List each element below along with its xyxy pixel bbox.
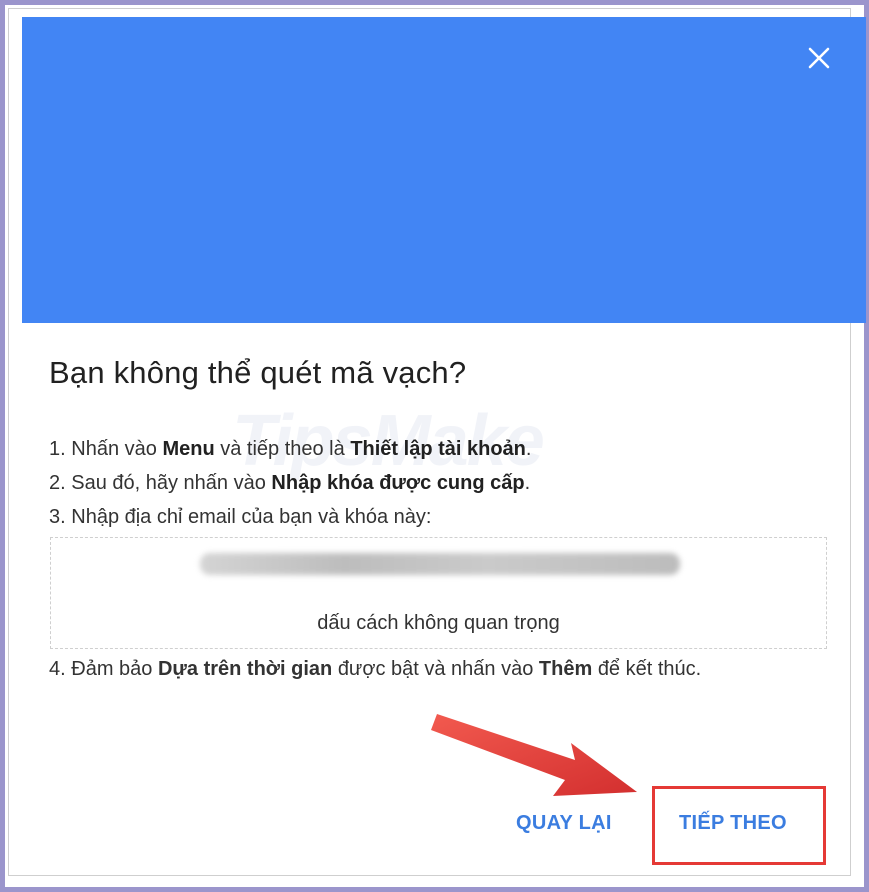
step-text: Nhấn vào — [71, 438, 157, 460]
step-number: 1. — [49, 438, 66, 460]
key-note: dấu cách không quan trọng — [317, 612, 560, 634]
secret-key-redacted — [200, 553, 680, 575]
step-text: . — [525, 438, 532, 460]
step-text: Nhập địa chỉ email của bạn và khóa này: — [71, 506, 432, 528]
close-icon[interactable] — [801, 40, 837, 76]
step-text: Đảm bảo — [71, 658, 153, 680]
step-bold: Dựa trên thời gian — [157, 658, 333, 680]
step-number: 4. — [49, 658, 66, 680]
back-button[interactable]: QUAY LẠI — [516, 812, 612, 835]
dialog-title: Bạn không thể quét mã vạch? — [49, 355, 467, 390]
arrow-annotation-icon — [425, 700, 665, 815]
step-text: được bật và nhấn vào — [337, 658, 534, 680]
step-4: 4. Đảm bảo Dựa trên thời gian được bật v… — [49, 652, 829, 686]
step-number: 2. — [49, 472, 66, 494]
step-text: và tiếp theo là — [220, 438, 345, 460]
dialog-header — [22, 17, 866, 323]
step-bold: Menu — [162, 438, 215, 460]
step-bold: Thiết lập tài khoản — [350, 438, 526, 460]
step-3: 3. Nhập địa chỉ email của bạn và khóa nà… — [49, 500, 829, 534]
step-bold: Nhập khóa được cung cấp — [271, 472, 525, 494]
step-text: Sau đó, hãy nhấn vào — [71, 472, 266, 494]
step-text: . — [524, 472, 531, 494]
instruction-list: 1. Nhấn vào Menu và tiếp theo là Thiết l… — [49, 432, 829, 534]
next-button[interactable]: TIẾP THEO — [679, 812, 787, 835]
step-number: 3. — [49, 506, 66, 528]
step-text: để kết thúc. — [597, 658, 702, 680]
step-1: 1. Nhấn vào Menu và tiếp theo là Thiết l… — [49, 432, 829, 466]
step-bold: Thêm — [538, 658, 593, 680]
step-2: 2. Sau đó, hãy nhấn vào Nhập khóa được c… — [49, 466, 829, 500]
